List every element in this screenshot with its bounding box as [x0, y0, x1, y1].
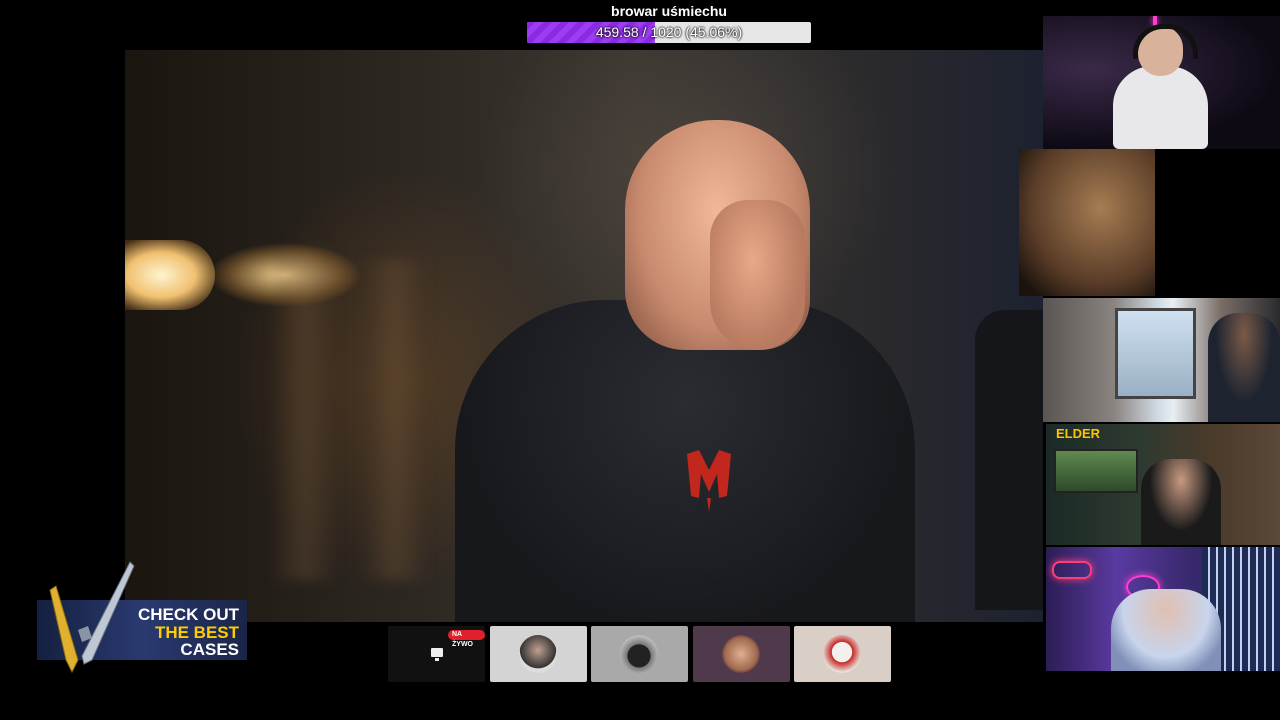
streamer-shirt	[1113, 66, 1208, 149]
goal-title: browar uśmiechu	[611, 3, 727, 19]
live-badge: NA ŻYWO	[448, 630, 485, 648]
avatar	[620, 635, 658, 673]
hoodie-logo-icon	[687, 450, 731, 512]
neon-sign	[1052, 561, 1092, 579]
background-pillar	[365, 260, 425, 580]
side-person	[975, 310, 1043, 610]
tile-streamer-3[interactable]	[591, 626, 688, 682]
channel-logo: ELDER	[1056, 426, 1101, 441]
streamer	[1208, 313, 1280, 422]
tile-streamer-5[interactable]	[794, 626, 891, 682]
avatar	[823, 635, 861, 673]
ad-line-1: CHECK OUT	[137, 605, 239, 624]
avatar	[722, 635, 760, 673]
window	[1115, 308, 1196, 399]
streamer	[1141, 459, 1221, 545]
webcam-feed-3[interactable]	[1043, 298, 1280, 422]
goal-progress-bar: 459.58 / 1020 (45.06%)	[527, 22, 811, 43]
rifle-knife-icon	[49, 561, 135, 674]
goal-progress-text: 459.58 / 1020 (45.06%)	[595, 24, 743, 40]
tile-streamer-2[interactable]	[490, 626, 587, 682]
ad-line-3: CASES	[180, 640, 239, 659]
webcam-feed-2[interactable]	[1019, 149, 1155, 296]
webcam-feed-5[interactable]	[1046, 547, 1280, 671]
tile-streamer-4[interactable]	[693, 626, 790, 682]
avatar	[519, 635, 557, 673]
tile-live-stream[interactable]: NA ŻYWO	[388, 626, 485, 682]
lamp-light	[125, 240, 215, 310]
headphones-icon	[1133, 24, 1198, 59]
monitor-icon	[431, 648, 443, 657]
background-pillar	[275, 250, 335, 580]
monitor-stand	[435, 658, 439, 661]
webcam-feed-4[interactable]: ELDER	[1046, 424, 1280, 545]
face	[710, 200, 805, 350]
main-video[interactable]	[125, 50, 1043, 622]
webcam-feed-1[interactable]	[1043, 16, 1280, 149]
aquarium	[1054, 449, 1138, 493]
streamer	[1111, 589, 1221, 671]
